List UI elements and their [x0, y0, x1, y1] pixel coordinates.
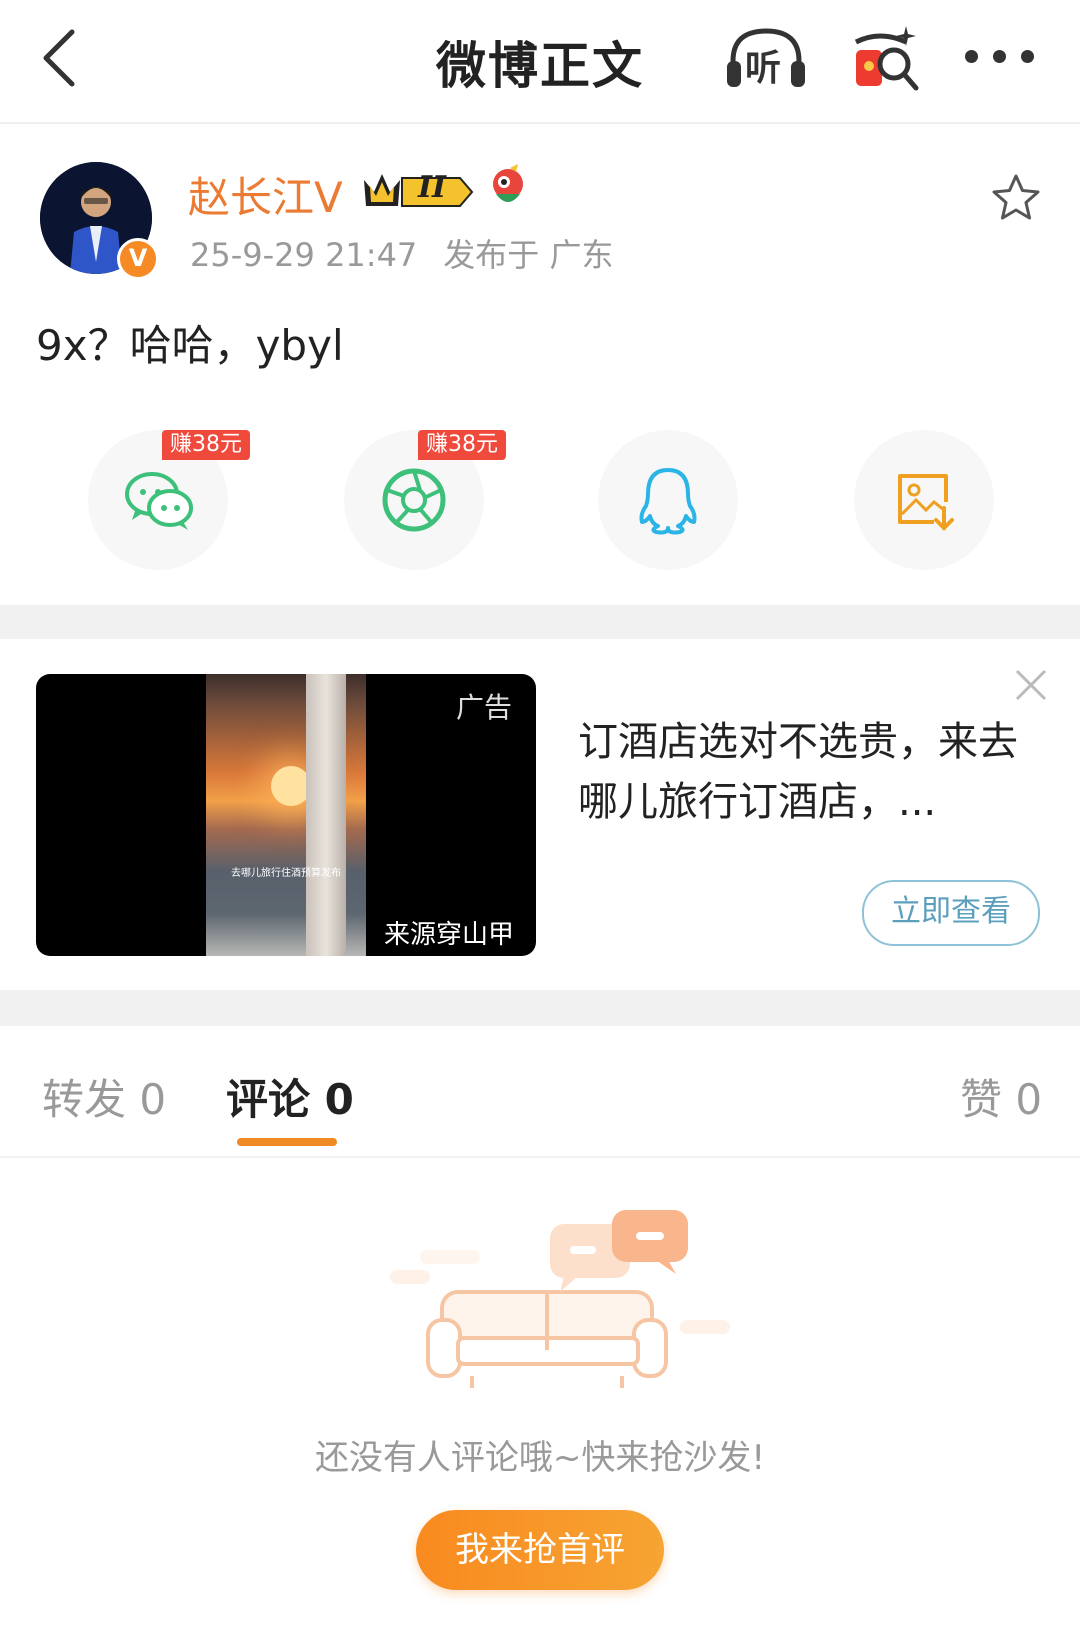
dot — [1021, 50, 1034, 63]
moments-icon — [382, 468, 446, 532]
earn-badge: 赚38元 — [162, 430, 250, 460]
dot — [965, 50, 978, 63]
sunset-sun — [271, 766, 311, 806]
username[interactable]: 赵长江V — [188, 164, 343, 225]
ad-text[interactable]: 订酒店选对不选贵，来去哪儿旅行订酒店，... — [578, 712, 1038, 832]
ad-image[interactable]: 去哪儿旅行住酒预算发布 广告 来源穿山甲 — [36, 674, 536, 956]
empty-comments-message: 还没有人评论哦~快来抢沙发! — [314, 1438, 766, 1478]
favorite-star-icon[interactable] — [990, 172, 1042, 224]
ad-image-caption: 去哪儿旅行住酒预算发布 — [231, 868, 341, 879]
mascot-icon — [493, 164, 523, 202]
tab-divider — [0, 1156, 1080, 1158]
post-time: 25-9-29 21:47 — [190, 236, 418, 274]
post-content: 9x？哈哈，ybyl — [36, 321, 344, 370]
tab-repost[interactable]: 转发 0 — [42, 1066, 166, 1127]
post-meta: 25-9-29 21:47 发布于 广东 — [190, 230, 613, 276]
earn-badge: 赚38元 — [418, 430, 506, 460]
view-now-button[interactable]: 立即查看 — [862, 880, 1040, 946]
tab-like[interactable]: 赞 0 — [960, 1066, 1042, 1127]
save-image-button[interactable] — [854, 430, 994, 570]
listen-label: 听 — [745, 48, 782, 89]
section-divider — [0, 990, 1080, 1026]
sofa-illustration-icon — [390, 1210, 730, 1388]
top-bar: 微博正文 听 — [0, 0, 1080, 124]
qq-icon — [639, 468, 697, 535]
close-icon[interactable] — [1014, 668, 1048, 702]
post-location: 发布于 广东 — [443, 236, 614, 274]
section-divider — [0, 605, 1080, 639]
share-qq-button[interactable] — [598, 430, 738, 570]
first-comment-button[interactable]: 我来抢首评 — [416, 1510, 664, 1590]
curtain — [306, 674, 346, 956]
dot — [993, 50, 1006, 63]
verified-badge: V — [117, 238, 159, 280]
active-tab-indicator — [237, 1138, 337, 1146]
more-options-icon[interactable] — [965, 50, 1035, 66]
listen-button[interactable]: 听 — [725, 25, 807, 91]
level-badge-text: II — [418, 170, 447, 205]
ad-source: 来源穿山甲 — [384, 920, 515, 950]
red-packet-search-icon[interactable] — [850, 22, 922, 92]
ad-label: 广告 — [456, 691, 513, 724]
tab-comment[interactable]: 评论 0 — [226, 1066, 354, 1127]
save-image-icon — [898, 474, 954, 531]
wechat-icon — [125, 472, 193, 530]
